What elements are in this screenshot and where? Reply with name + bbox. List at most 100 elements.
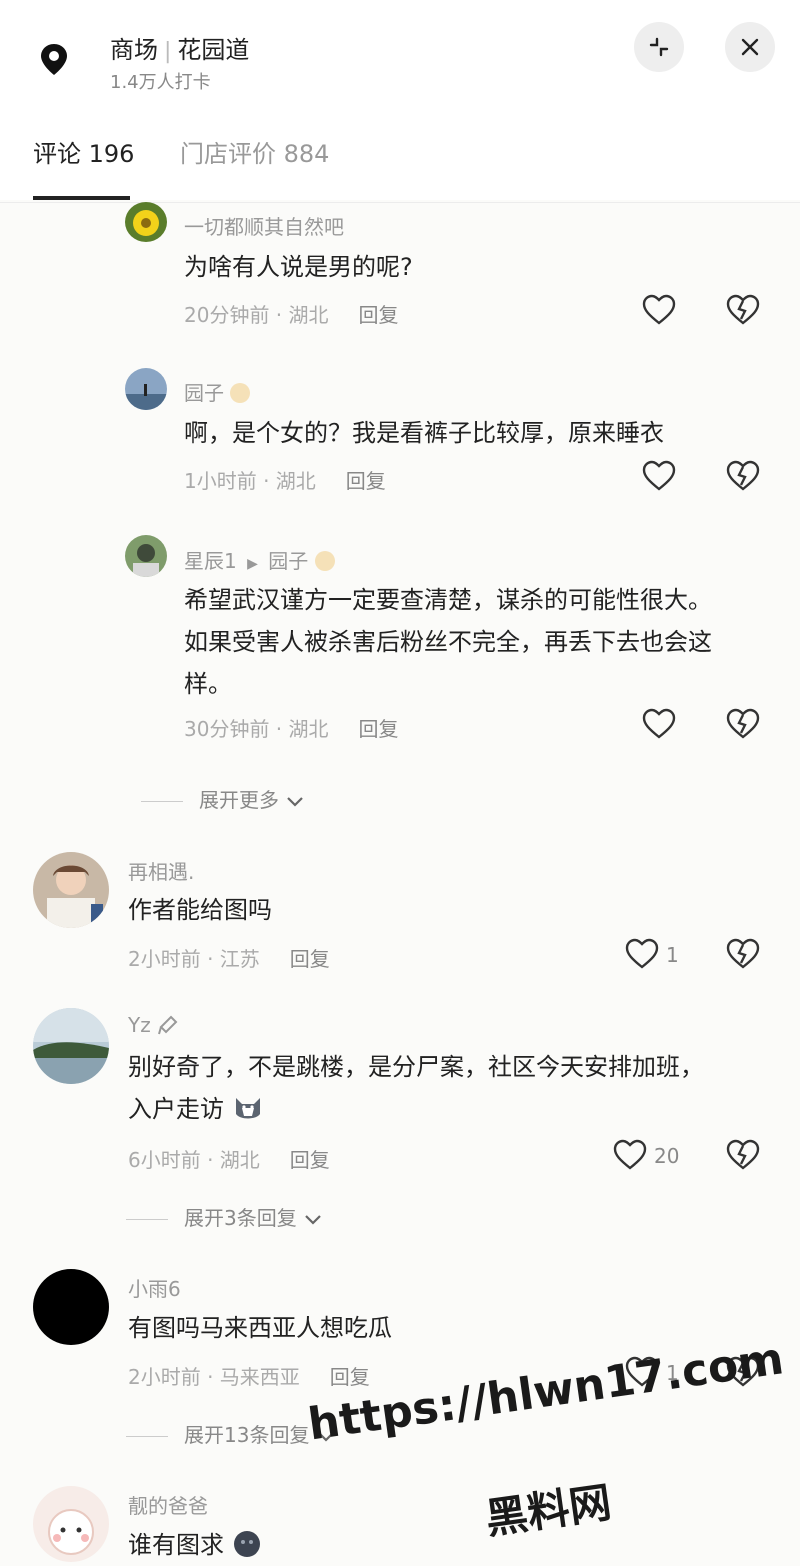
checkin-count: 1.4万人打卡 (110, 72, 211, 93)
expand-replies[interactable]: 展开13条回复 (126, 1419, 336, 1448)
heart-icon (642, 460, 676, 491)
dislike-button[interactable] (725, 706, 761, 742)
place-detail: 花园道 (177, 36, 250, 64)
comment-text: 为啥有人说是男的呢? (184, 253, 413, 281)
chevron-down-icon (305, 1214, 321, 1225)
comment-username[interactable]: 靓的爸爸 (128, 1490, 208, 1519)
husky-emoji-icon (235, 1098, 260, 1119)
dark-face-emoji-icon (233, 1531, 260, 1557)
like-button[interactable] (624, 936, 660, 972)
comment-time-location: 6小时前 · 湖北 (128, 1148, 260, 1172)
comment-line: 希望武汉谨方一定要查清楚，谋杀的可能性很大。 (184, 586, 712, 614)
header-divider (0, 202, 800, 203)
dislike-button[interactable] (725, 936, 761, 972)
expand-label: 展开3条回复 (184, 1206, 297, 1230)
comment-meta: 2小时前 · 江苏 回复 (128, 943, 330, 972)
expand-label: 展开更多 (199, 788, 279, 812)
reply-button[interactable]: 回复 (346, 469, 386, 493)
tab-comments[interactable]: 评论 196 (33, 134, 134, 169)
comment-line: 样。 (184, 670, 232, 698)
chevron-down-icon (287, 796, 304, 807)
comment-username[interactable]: 再相遇. (128, 856, 194, 885)
avatar[interactable] (33, 852, 109, 928)
dislike-button[interactable] (725, 1137, 761, 1173)
comment-text: 希望武汉谨方一定要查清楚，谋杀的可能性很大。 如果受害人被杀害后粉丝不完全，再丢… (184, 579, 712, 705)
broken-heart-icon (726, 1139, 760, 1170)
watermark-url: https://hlwn17.com (305, 1333, 787, 1451)
emoji-icon (314, 551, 335, 571)
username-text: 星辰1 (184, 549, 237, 573)
comment-line-text: 入户走访 (128, 1095, 224, 1123)
reply-button[interactable]: 回复 (359, 303, 399, 327)
like-count: 1 (666, 943, 679, 967)
reply-button[interactable]: 回复 (290, 1148, 330, 1172)
comment-text-span: 谁有图求 (128, 1531, 224, 1559)
comment-meta: 1小时前 · 湖北 回复 (184, 465, 386, 494)
reply-button[interactable]: 回复 (330, 1365, 370, 1389)
watermark-site-name: 黑料网 (482, 1477, 615, 1544)
place-name: 商场 (110, 36, 158, 64)
expand-line (126, 1219, 168, 1220)
like-button[interactable] (641, 458, 677, 494)
expand-line (126, 1436, 168, 1437)
comment-time-location: 20分钟前 · 湖北 (184, 303, 329, 327)
location-header: 商场 | 花园道 1.4万人打卡 评论 196 门店评价 884 (0, 0, 800, 203)
reply-arrow-icon: ▶ (247, 556, 258, 572)
minimize-button[interactable] (634, 22, 684, 72)
comment-time-location: 30分钟前 · 湖北 (184, 717, 329, 741)
heart-icon (642, 708, 676, 739)
broken-heart-icon (726, 708, 760, 739)
comment-line: 如果受害人被杀害后粉丝不完全，再丢下去也会这 (184, 628, 712, 656)
like-count: 20 (654, 1144, 680, 1168)
like-button[interactable] (641, 706, 677, 742)
emoji-icon (230, 383, 251, 403)
dislike-button[interactable] (725, 292, 761, 328)
username-text: 园子 (184, 381, 224, 405)
comment-username[interactable]: 小雨6 (128, 1273, 181, 1302)
reply-to-username[interactable]: 园子 (268, 549, 308, 573)
comment-username[interactable]: 一切都顺其自然吧 (184, 211, 344, 240)
expand-replies[interactable]: 展开3条回复 (126, 1202, 323, 1231)
close-icon (741, 38, 759, 56)
heart-icon (642, 294, 676, 325)
comment-text: 作者能给图吗 (128, 896, 272, 924)
reply-button[interactable]: 回复 (359, 717, 399, 741)
expand-label: 展开13条回复 (184, 1423, 310, 1447)
comment-time-location: 1小时前 · 湖北 (184, 469, 316, 493)
like-button[interactable] (612, 1137, 648, 1173)
comment-time-location: 2小时前 · 马来西亚 (128, 1365, 300, 1389)
like-button[interactable] (641, 292, 677, 328)
comment-username[interactable]: 园子 (184, 377, 251, 406)
heart-icon (625, 938, 659, 969)
comment-username[interactable]: 星辰1 ▶ 园子 (184, 545, 335, 574)
comment-username[interactable]: Yz (128, 1013, 179, 1037)
avatar[interactable] (33, 1269, 109, 1345)
dislike-button[interactable] (725, 458, 761, 494)
place-title[interactable]: 商场 | 花园道 (110, 30, 249, 65)
reply-button[interactable]: 回复 (290, 947, 330, 971)
comment-line: 入户走访 (128, 1088, 704, 1130)
comment-meta: 6小时前 · 湖北 回复 (128, 1144, 330, 1173)
avatar[interactable] (125, 535, 167, 577)
comment-text: 别好奇了，不是跳楼，是分尸案，社区今天安排加班， 入户走访 (128, 1046, 704, 1130)
tab-store-reviews[interactable]: 门店评价 884 (180, 134, 329, 169)
minimize-icon (649, 37, 669, 57)
close-button[interactable] (725, 22, 775, 72)
comment-meta: 20分钟前 · 湖北 回复 (184, 299, 399, 328)
comment-meta: 30分钟前 · 湖北 回复 (184, 713, 399, 742)
comment-text: 有图吗马来西亚人想吃瓜 (128, 1314, 392, 1342)
broken-heart-icon (726, 294, 760, 325)
avatar[interactable] (33, 1008, 109, 1084)
avatar[interactable] (125, 202, 167, 242)
comment-text: 啊，是个女的？我是看裤子比较厚，原来睡衣 (184, 419, 664, 447)
comment-meta: 2小时前 · 马来西亚 回复 (128, 1361, 370, 1390)
location-pin-icon (33, 38, 75, 80)
active-tab-indicator (33, 196, 130, 200)
microphone-icon (158, 1015, 178, 1035)
expand-more-replies[interactable]: 展开更多 (141, 784, 305, 813)
username-text: Yz (128, 1013, 151, 1037)
expand-line (141, 801, 183, 802)
avatar[interactable] (33, 1486, 109, 1562)
comment-line: 别好奇了，不是跳楼，是分尸案，社区今天安排加班， (128, 1053, 704, 1081)
avatar[interactable] (125, 368, 167, 410)
